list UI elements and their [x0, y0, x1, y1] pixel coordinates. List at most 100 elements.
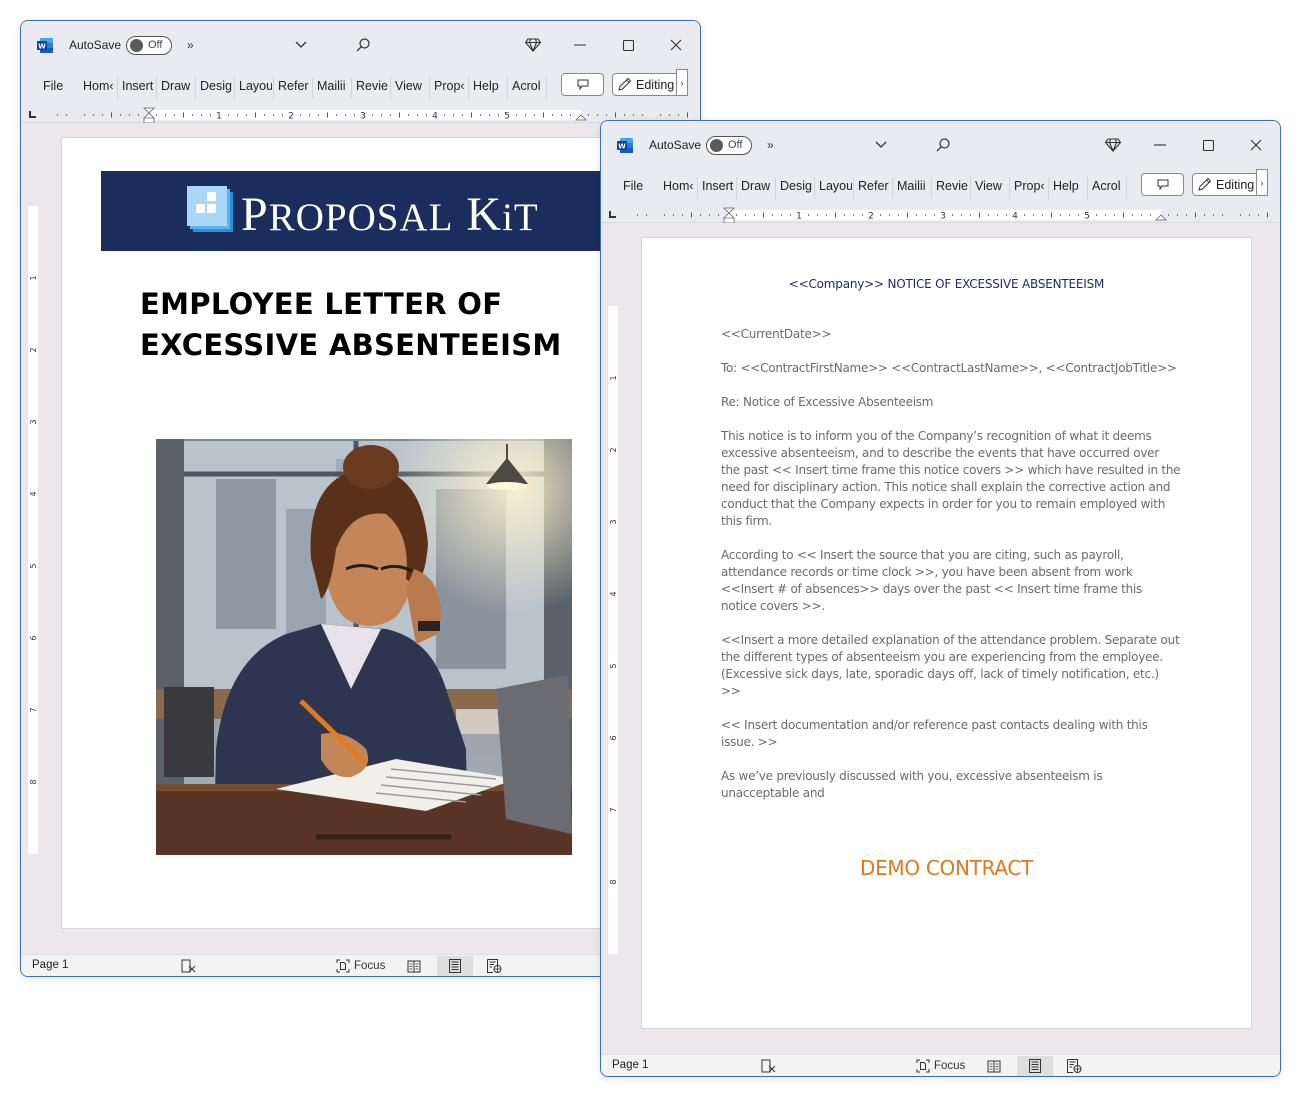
- letter-paragraph: This notice is to inform you of the Comp…: [721, 429, 1181, 528]
- document-page[interactable]: PROPOSAL KiT EMPLOYEE LETTER OF EXCESSIV…: [61, 137, 681, 929]
- horizontal-ruler[interactable]: 1 2 3 4 5: [637, 207, 1277, 223]
- ruler-tick: [84, 114, 85, 116]
- ruler-tick: [1267, 212, 1268, 218]
- comments-button[interactable]: [1141, 173, 1184, 196]
- minimize-icon[interactable]: [1150, 135, 1170, 155]
- focus-mode-button[interactable]: Focus: [336, 958, 385, 974]
- ruler-tick: [745, 214, 746, 216]
- tab-review[interactable]: Revie: [936, 179, 969, 193]
- ruler-tick: [1177, 214, 1178, 216]
- ruler-tick: [201, 114, 202, 116]
- tab-divider: [1009, 177, 1010, 199]
- print-layout-icon[interactable]: [1017, 1056, 1053, 1076]
- tab-mailings[interactable]: Mailii: [317, 79, 350, 93]
- focus-icon: [336, 959, 350, 973]
- read-mode-icon[interactable]: [407, 958, 421, 974]
- ruler-tick: [417, 114, 418, 116]
- close-icon[interactable]: [1246, 135, 1266, 155]
- tab-acrobat[interactable]: Acrol: [512, 79, 545, 93]
- ruler-tick: [516, 114, 517, 116]
- ribbon-scroll-right-button[interactable]: ›: [1256, 169, 1268, 196]
- tab-file[interactable]: File: [623, 179, 643, 193]
- tab-insert[interactable]: Insert: [122, 79, 154, 93]
- page-number-indicator[interactable]: Page 1: [612, 1059, 648, 1071]
- tab-view[interactable]: View: [395, 79, 428, 93]
- ruler-tick: [498, 114, 499, 116]
- tab-properties[interactable]: Prop‹: [434, 79, 467, 93]
- chevron-down-icon[interactable]: [871, 135, 891, 155]
- svg-text:W: W: [618, 142, 626, 150]
- tab-home[interactable]: Hom‹: [83, 79, 116, 93]
- web-layout-icon[interactable]: [487, 958, 502, 974]
- tab-file[interactable]: File: [43, 79, 63, 93]
- web-layout-icon[interactable]: [1067, 1058, 1082, 1074]
- tab-view[interactable]: View: [975, 179, 1008, 193]
- tab-divider: [970, 177, 971, 199]
- quick-access-more-button[interactable]: »: [767, 138, 774, 152]
- tab-help[interactable]: Help: [1053, 179, 1086, 193]
- ruler-tick: [66, 114, 67, 116]
- accessibility-check-icon[interactable]: [181, 958, 196, 974]
- minimize-icon[interactable]: [570, 35, 590, 55]
- tab-review[interactable]: Revie: [356, 79, 389, 93]
- status-bar: Page 1 Focus: [21, 954, 700, 976]
- chevron-down-icon[interactable]: [291, 35, 311, 55]
- vertical-ruler[interactable]: 1 2 3 4 5 6 7 8: [605, 231, 621, 1051]
- accessibility-check-icon[interactable]: [761, 1058, 776, 1074]
- tab-references[interactable]: Refer: [278, 79, 311, 93]
- quick-access-more-button[interactable]: »: [187, 38, 194, 52]
- document-area: 1 2 3 4 5 6 7 8 PROPOSAL KiT EMPLOYEE LETTER OF…: [21, 123, 700, 956]
- ruler-tick: [282, 114, 283, 116]
- letter-paragraph: <<CurrentDate>>: [721, 327, 832, 341]
- ruler-tick: [237, 114, 238, 116]
- document-page[interactable]: <<Company>> NOTICE OF EXCESSIVE ABSENTEE…: [641, 237, 1252, 1029]
- ruler-tick: [138, 114, 139, 116]
- ruler-number: 1: [29, 275, 38, 280]
- ruler-tick: [345, 114, 346, 116]
- tab-layout[interactable]: Layou: [239, 79, 272, 93]
- print-layout-icon[interactable]: [437, 956, 473, 976]
- tab-home[interactable]: Hom‹: [663, 179, 696, 193]
- ruler-tick: [1204, 214, 1205, 216]
- status-bar: Page 1 Focus: [601, 1054, 1280, 1076]
- autosave-toggle[interactable]: Off: [706, 136, 752, 155]
- ruler-tick: [669, 114, 670, 116]
- page-number-indicator[interactable]: Page 1: [32, 959, 68, 971]
- tab-mailings[interactable]: Mailii: [897, 179, 930, 193]
- ruler-tick: [808, 214, 809, 216]
- pencil-icon: [618, 77, 632, 91]
- ruler-tick: [673, 214, 674, 216]
- search-icon[interactable]: [933, 135, 953, 155]
- tab-acrobat[interactable]: Acrol: [1092, 179, 1125, 193]
- tab-help[interactable]: Help: [473, 79, 506, 93]
- diamond-premium-icon[interactable]: [1103, 135, 1123, 155]
- ribbon-tabs: File Hom‹ Insert Draw Desig Layou Refer …: [21, 69, 700, 107]
- tab-design[interactable]: Desig: [200, 79, 233, 93]
- autosave-toggle[interactable]: Off: [126, 36, 172, 55]
- tab-selector-icon[interactable]: [29, 111, 36, 118]
- ruler-tick: [354, 114, 355, 116]
- close-icon[interactable]: [666, 35, 686, 55]
- comments-button[interactable]: [561, 73, 604, 96]
- tab-selector-icon[interactable]: [609, 211, 616, 218]
- letter-paragraph: Re: Notice of Excessive Absenteeism: [721, 395, 934, 409]
- tab-draw[interactable]: Draw: [741, 179, 774, 193]
- focus-mode-button[interactable]: Focus: [916, 1058, 965, 1074]
- ruler-tick: [709, 214, 710, 216]
- tab-references[interactable]: Refer: [858, 179, 891, 193]
- tab-properties[interactable]: Prop‹: [1014, 179, 1047, 193]
- tab-design[interactable]: Desig: [780, 179, 813, 193]
- ribbon-scroll-right-button[interactable]: ›: [676, 69, 688, 96]
- maximize-icon[interactable]: [1198, 135, 1218, 155]
- diamond-premium-icon[interactable]: [523, 35, 543, 55]
- read-mode-icon[interactable]: [987, 1058, 1001, 1074]
- ruler-number: 2: [288, 112, 294, 122]
- vertical-ruler[interactable]: 1 2 3 4 5 6 7 8: [25, 131, 41, 951]
- tab-layout[interactable]: Layou: [819, 179, 852, 193]
- maximize-icon[interactable]: [618, 35, 638, 55]
- ruler-tick: [264, 114, 265, 116]
- ruler-tick: [336, 114, 337, 116]
- search-icon[interactable]: [353, 35, 373, 55]
- tab-draw[interactable]: Draw: [161, 79, 194, 93]
- tab-insert[interactable]: Insert: [702, 179, 734, 193]
